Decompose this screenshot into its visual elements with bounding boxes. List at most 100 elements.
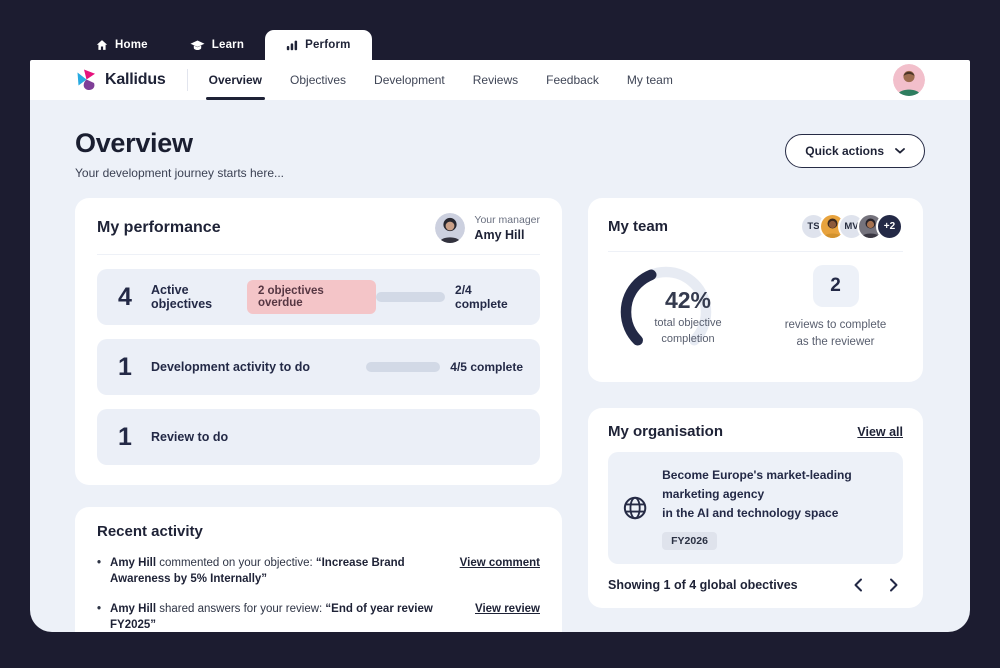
user-avatar[interactable] <box>893 64 925 96</box>
tab-learn[interactable]: Learn <box>169 30 265 60</box>
recent-activity-title: Recent activity <box>97 523 203 540</box>
my-performance-card: My performance Your manager Amy Hill 4 A… <box>75 198 562 485</box>
home-icon <box>96 40 108 50</box>
nav-link-development[interactable]: Development <box>374 60 445 100</box>
activity-actor: Amy Hill <box>110 557 157 569</box>
nav-link-objectives[interactable]: Objectives <box>290 60 346 100</box>
performance-row-development[interactable]: 1 Development activity to do 4/5 complet… <box>97 339 540 395</box>
brand-logo[interactable]: Kallidus <box>75 69 166 91</box>
performance-row-objectives[interactable]: 4 Active objectives 2 objectives overdue… <box>97 269 540 325</box>
app-window: Home Learn Perform Kallidus Overview Obj… <box>30 30 970 632</box>
my-team-card: My team TS MV +2 42% total objective com… <box>588 198 923 382</box>
performance-card-header: My performance Your manager Amy Hill <box>97 213 540 255</box>
nav-links: Overview Objectives Development Reviews … <box>205 60 673 100</box>
view-all-link[interactable]: View all <box>857 425 903 439</box>
team-card-title: My team <box>608 218 669 235</box>
avatar-initials: TS <box>807 221 820 232</box>
activity-action: commented on your objective: <box>156 557 316 569</box>
progress-bar <box>366 362 441 372</box>
global-objective-item[interactable]: Become Europe's market-leading marketing… <box>608 452 903 564</box>
user-avatar-image <box>893 64 925 96</box>
right-column: My team TS MV +2 42% total objective com… <box>588 198 923 632</box>
progress-group: 4/5 complete <box>366 360 523 374</box>
activity-item: • Amy Hill commented on your objective: … <box>97 555 540 587</box>
manager-avatar <box>435 213 466 243</box>
performance-card-title: My performance <box>97 219 221 236</box>
tab-label: Perform <box>305 39 351 51</box>
manager-role-label: Your manager <box>474 214 540 226</box>
manager-avatar-image <box>435 213 466 243</box>
view-comment-link[interactable]: View comment <box>460 557 540 569</box>
app-canvas: Home Learn Perform Kallidus Overview Obj… <box>0 0 1000 668</box>
tab-label: Learn <box>211 39 245 51</box>
team-avatar-stack[interactable]: TS MV +2 <box>800 213 903 240</box>
row-count: 1 <box>118 352 132 381</box>
reviews-count-box: 2 <box>812 264 859 307</box>
gauge-value: 42% <box>664 287 712 314</box>
tab-home[interactable]: Home <box>75 30 169 60</box>
gauge-caption: total objective completion <box>654 316 721 347</box>
progress-group: 2/4 complete <box>375 283 523 311</box>
row-label: Active objectives <box>151 283 213 311</box>
bullet-icon: • <box>97 603 102 616</box>
reviews-caption-line1: reviews to complete <box>784 318 887 331</box>
reviews-count: 2 <box>830 274 841 296</box>
performance-row-review[interactable]: 1 Review to do <box>97 409 540 465</box>
page-subtitle: Your development journey starts here... <box>75 166 285 180</box>
objective-details: Become Europe's market-leading marketing… <box>662 466 889 550</box>
page-content: Overview Your development journey starts… <box>30 100 970 632</box>
tab-perform[interactable]: Perform <box>265 30 372 60</box>
nav-link-reviews[interactable]: Reviews <box>473 60 518 100</box>
objective-completion-gauge: 42% total objective completion <box>608 260 768 364</box>
pagination-controls <box>853 578 899 592</box>
team-avatar-more: +2 <box>876 213 903 240</box>
gauge-caption-line2: completion <box>661 332 715 345</box>
row-count: 1 <box>118 422 132 451</box>
reviewer-summary: 2 reviews to complete as the reviewer <box>768 264 903 352</box>
quick-actions-label: Quick actions <box>805 144 884 158</box>
brand-name: Kallidus <box>105 71 166 88</box>
nav-link-feedback[interactable]: Feedback <box>546 60 599 100</box>
organisation-card-header: My organisation View all <box>608 423 903 440</box>
organisation-card-title: My organisation <box>608 423 724 440</box>
product-tabbar: Home Learn Perform <box>30 30 970 60</box>
objectives-pagination-label: Showing 1 of 4 global obectives <box>608 577 798 592</box>
nav-link-overview[interactable]: Overview <box>205 60 266 100</box>
bullet-icon: • <box>97 557 102 569</box>
activity-item: • Amy Hill shared answers for your revie… <box>97 601 540 632</box>
page-title: Overview <box>75 128 193 158</box>
activity-text: Amy Hill commented on your objective: “I… <box>110 555 446 587</box>
page-title-block: Overview Your development journey starts… <box>75 128 284 180</box>
perform-icon <box>286 40 298 51</box>
objective-text-line1: Become Europe's market-leading marketing… <box>662 468 852 502</box>
navbar: Kallidus Overview Objectives Development… <box>30 60 970 100</box>
activity-text: Amy Hill shared answers for your review:… <box>110 601 461 632</box>
team-card-body: 42% total objective completion 2 reviews… <box>608 260 903 364</box>
tab-label: Home <box>115 39 148 51</box>
globe-icon <box>623 496 647 520</box>
reviews-caption-line2: as the reviewer <box>796 336 875 348</box>
team-card-header: My team TS MV +2 <box>608 213 903 252</box>
main-grid: My performance Your manager Amy Hill 4 A… <box>75 198 925 632</box>
page-header: Overview Your development journey starts… <box>75 128 925 180</box>
nav-link-my-team[interactable]: My team <box>627 60 673 100</box>
fiscal-year-tag: FY2026 <box>662 531 717 550</box>
row-count: 4 <box>118 282 132 311</box>
chevron-left-icon[interactable] <box>853 578 863 592</box>
overdue-badge: 2 objectives overdue <box>246 280 376 314</box>
view-review-link[interactable]: View review <box>475 603 540 615</box>
progress-label: 2/4 complete <box>455 283 508 311</box>
progress-label: 4/5 complete <box>450 360 523 374</box>
objective-text: Become Europe's market-leading marketing… <box>662 466 889 524</box>
objective-text-line2: in the AI and technology space <box>662 506 839 521</box>
manager-name: Amy Hill <box>474 228 525 242</box>
chevron-right-icon[interactable] <box>889 578 899 592</box>
activity-actor: Amy Hill <box>110 603 157 616</box>
manager-chip[interactable]: Your manager Amy Hill <box>435 213 540 243</box>
kallidus-logo-icon <box>77 69 95 90</box>
quick-actions-button[interactable]: Quick actions <box>785 134 925 168</box>
gauge-caption-line1: total objective <box>654 317 722 330</box>
avatar-more-count: +2 <box>883 221 896 232</box>
nav-divider <box>186 69 188 91</box>
row-label: Development activity to do <box>151 360 311 374</box>
